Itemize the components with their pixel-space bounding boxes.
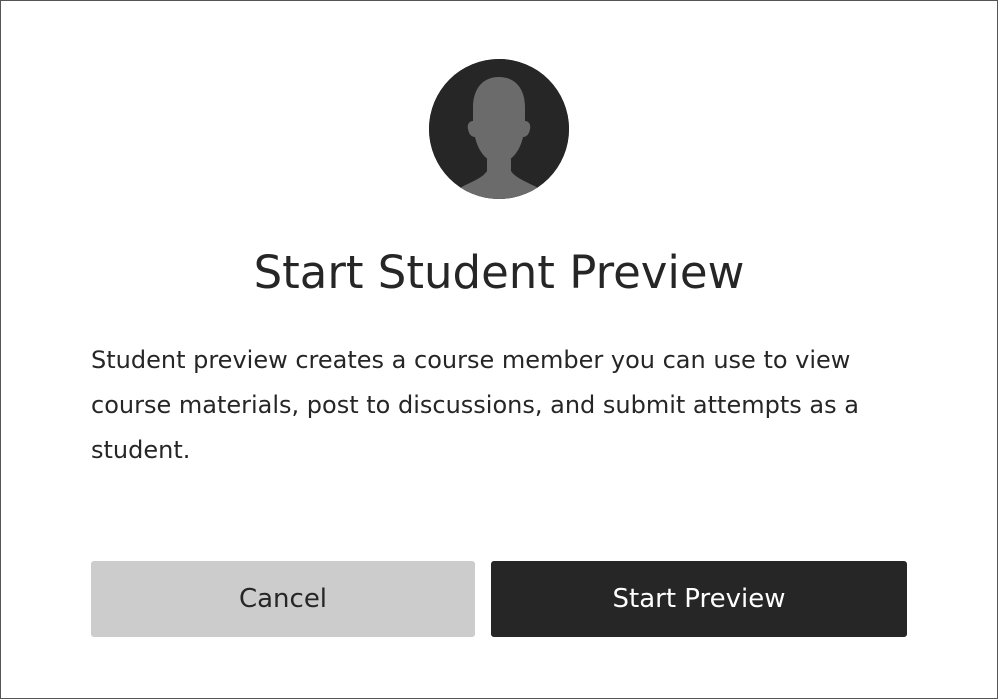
start-preview-button[interactable]: Start Preview <box>491 561 907 637</box>
start-student-preview-dialog: Start Student Preview Student preview cr… <box>0 0 998 699</box>
dialog-title: Start Student Preview <box>253 246 745 299</box>
dialog-description: Student preview creates a course member … <box>91 346 859 464</box>
cancel-button[interactable]: Cancel <box>91 561 475 637</box>
student-avatar-icon <box>429 59 569 199</box>
